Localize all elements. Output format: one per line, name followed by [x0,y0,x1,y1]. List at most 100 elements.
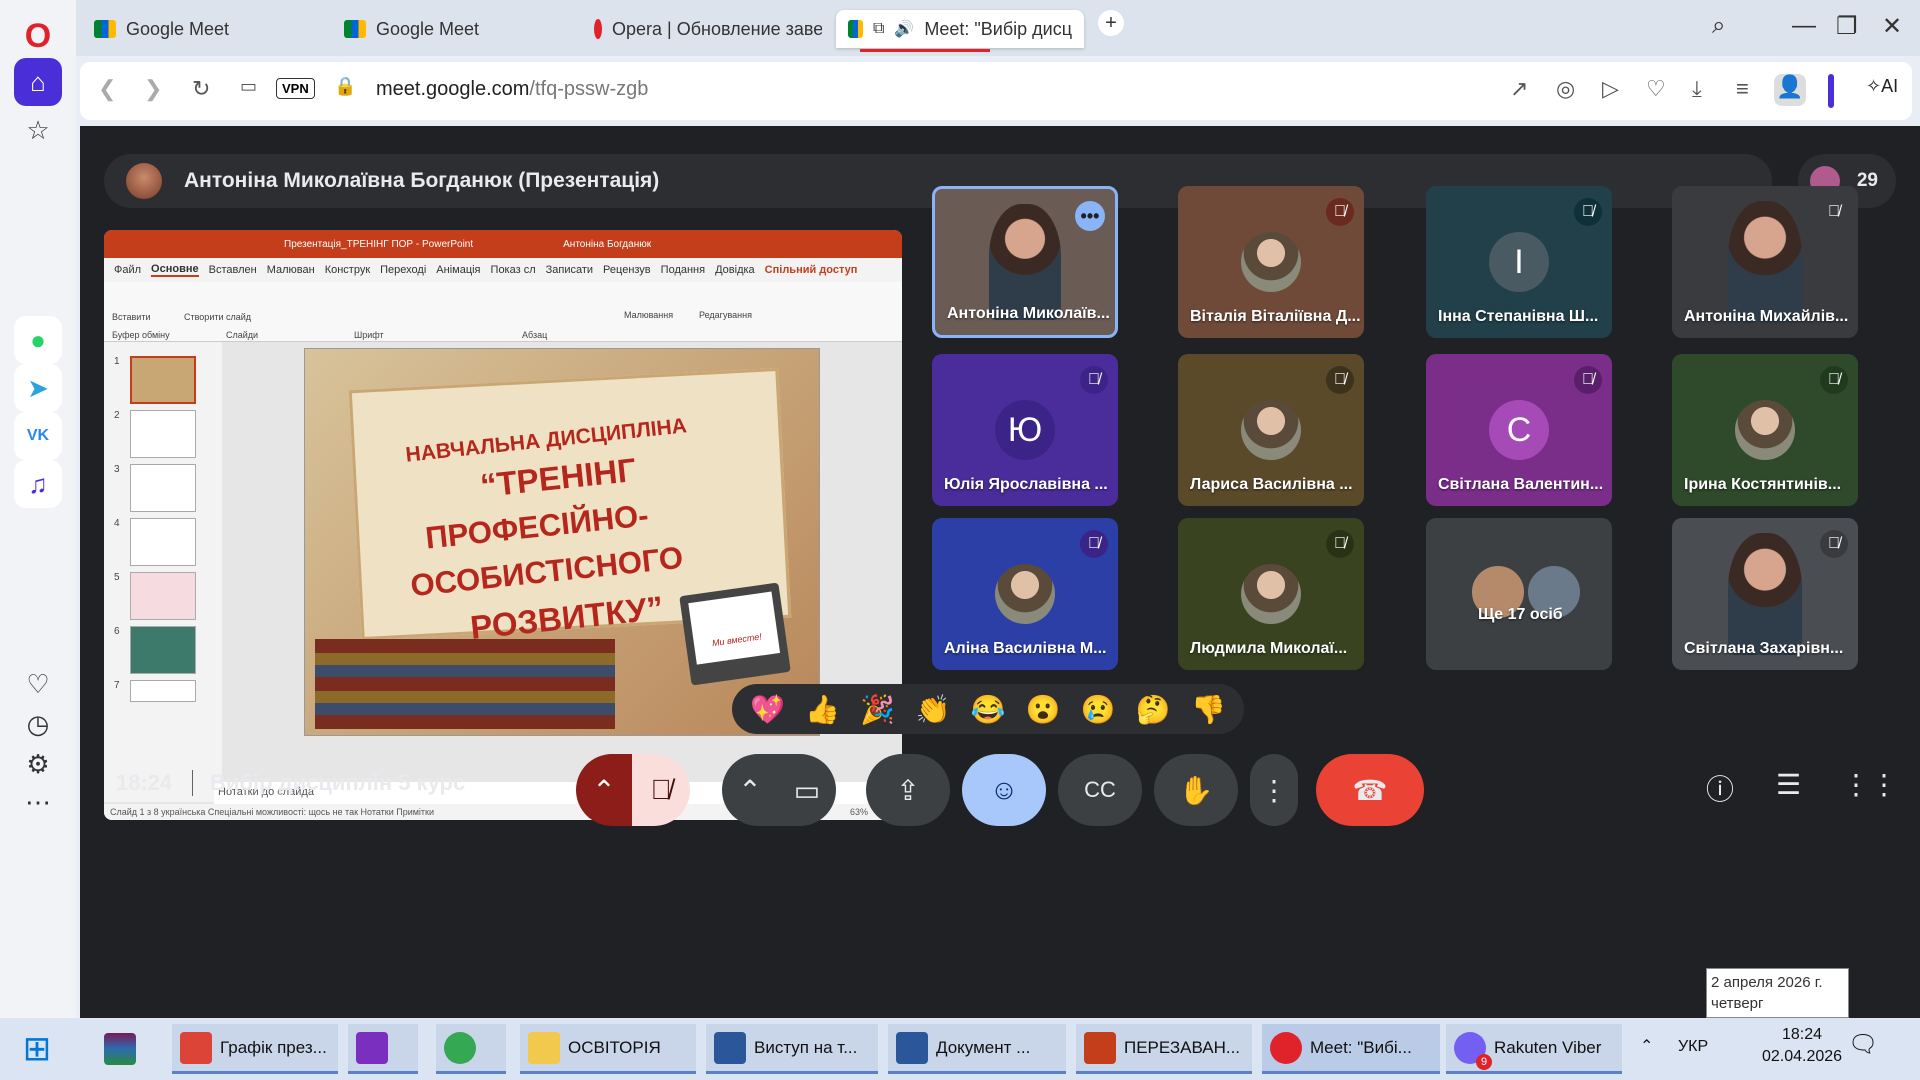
minimize-button[interactable]: — [1792,12,1816,40]
activities-icon[interactable]: ⋮⋮ [1842,768,1898,801]
back-icon[interactable]: ❮ [98,76,116,102]
more-options-icon[interactable]: ••• [1075,201,1105,231]
participant-tile[interactable]: Ірина Костянтинів... 🎙̸ [1672,354,1858,506]
notifications-icon[interactable]: 🗨 [1848,1030,1878,1059]
participant-tile[interactable]: Віталія Віталіївна Д... 🎙̸ [1178,186,1364,338]
captions-button[interactable]: CC [1058,754,1142,826]
camera-icon[interactable]: ▭ [240,76,257,97]
reaction-thumbs-up[interactable]: 👍 [805,693,840,726]
reload-icon[interactable]: ↻ [192,76,210,102]
ppt-editing-button[interactable]: Редагування [699,310,752,320]
vk-icon[interactable]: VK [14,412,62,460]
tab-google-meet-2[interactable]: Google Meet [332,10,572,48]
maximize-button[interactable]: ❐ [1836,12,1858,41]
participant-tile[interactable]: Антоніна Миколаїв... ••• [932,186,1118,338]
chat-icon[interactable]: ☰ [1776,768,1801,801]
forward-icon[interactable]: ❯ [144,76,162,102]
emoji-button[interactable]: ☺ [962,754,1046,826]
tray-overflow-icon[interactable]: ⌃ [1640,1036,1653,1056]
info-icon[interactable]: ⓘ [1706,768,1734,808]
participant-tile[interactable]: Ще 17 осіб [1426,518,1612,670]
participant-tile[interactable]: Антоніна Михайлів... 🎙̸ [1672,186,1858,338]
new-tab-button[interactable]: + [1098,10,1124,36]
search-tabs-icon[interactable]: ⌕ [1712,12,1725,40]
reaction-party[interactable]: 🎉 [860,693,895,726]
slide-thumbnail[interactable] [130,410,196,458]
taskbar-item[interactable]: Meet: "Вибі... [1262,1024,1440,1074]
ppt-share-button[interactable]: Спільний доступ [765,264,858,276]
share-icon[interactable]: ↗ [1510,76,1528,102]
reaction-surprised[interactable]: 😮 [1026,693,1061,726]
ppt-menu-item[interactable]: Довідка [715,264,755,276]
present-screen-button[interactable]: ⇪ [866,754,950,826]
speaker-icon[interactable]: 🔊 [894,19,914,39]
reaction-laugh[interactable]: 😂 [971,693,1006,726]
slide-thumbnail[interactable] [130,572,196,620]
tab-google-meet-1[interactable]: Google Meet [82,10,322,48]
tab-opera-update[interactable]: Opera | Обновление заве [582,10,822,48]
winrar-icon[interactable] [90,1024,150,1074]
ppt-menu-item[interactable]: Анімація [436,264,480,276]
ppt-new-slide-button[interactable]: Створити слайд [184,312,251,322]
taskbar-item[interactable]: ОСВІТОРІЯ [520,1024,696,1074]
home-icon[interactable]: ⌂ [14,58,62,106]
participant-tile[interactable]: Ю Юлія Ярославівна ... 🎙̸ [932,354,1118,506]
slide-thumbnail[interactable] [130,356,196,404]
participant-tile[interactable]: Світлана Захарівн... 🎙̸ [1672,518,1858,670]
participant-tile[interactable]: Лариса Василівна ... 🎙̸ [1178,354,1364,506]
vpn-badge[interactable]: VPN [276,78,315,99]
ppt-menu-item[interactable]: Конструк [325,264,370,276]
reaction-thinking[interactable]: 🤔 [1136,693,1171,726]
taskbar-item[interactable]: Виступ на т... [706,1024,878,1074]
play-icon[interactable]: ▷ [1602,76,1619,102]
reaction-heart[interactable]: 💖 [750,693,785,726]
taskbar-item[interactable] [436,1024,506,1074]
ppt-menu-item[interactable]: Вставлен [209,264,257,276]
taskbar-item[interactable] [348,1024,418,1074]
url-field[interactable]: meet.google.com/tfq-pssw-zgb [376,78,648,101]
reaction-thumbs-down[interactable]: 👎 [1191,693,1226,726]
profile-icon[interactable]: 👤 [1774,74,1806,106]
slide-thumbnail[interactable] [130,518,196,566]
ppt-menu-item[interactable]: Малюван [267,264,315,276]
ppt-menu-item[interactable]: Записати [546,264,593,276]
start-button[interactable]: ⊞ [10,1024,64,1074]
participant-tile[interactable]: Людмила Миколаї... 🎙̸ [1178,518,1364,670]
ppt-menu-item[interactable]: Файл [114,264,141,276]
ppt-drawing-button[interactable]: Малювання [624,310,673,320]
taskbar-item[interactable]: Графік през... [172,1024,338,1074]
ppt-menu-item[interactable]: Переході [380,264,426,276]
taskbar-item[interactable]: Rakuten Viber 9 [1446,1024,1622,1074]
favorite-icon[interactable]: ♡ [1646,76,1666,102]
taskbar-item[interactable]: ПЕРЕЗАВАН... [1076,1024,1252,1074]
whatsapp-icon[interactable]: ● [14,316,62,364]
reaction-sad[interactable]: 😢 [1081,693,1116,726]
slide-thumbnail[interactable] [130,626,196,674]
ai-button[interactable]: ✧AI [1866,76,1898,97]
download-icon[interactable]: ⤓ [1692,76,1702,102]
raise-hand-button[interactable]: ✋ [1154,754,1238,826]
ppt-menu-item[interactable]: Рецензув [603,264,651,276]
slide-thumbnail[interactable] [130,464,196,512]
tab-meet-active[interactable]: ⧉ 🔊 Meet: "Вибір дисц [836,10,1084,48]
easy-setup-icon[interactable]: ≡ [1736,76,1749,102]
reaction-clap[interactable]: 👏 [915,693,950,726]
taskbar-item[interactable]: Документ ... [888,1024,1066,1074]
participant-tile[interactable]: С Світлана Валентин... 🎙̸ [1426,354,1612,506]
music-icon[interactable]: ♫ [14,460,62,508]
star-icon[interactable]: ☆ [14,106,62,154]
lock-icon[interactable]: 🔒 [334,76,356,97]
telegram-icon[interactable]: ➤ [14,364,62,412]
ppt-paste-button[interactable]: Вставити [112,312,151,322]
participant-tile[interactable]: І Інна Степанівна Ш... 🎙̸ [1426,186,1612,338]
more-icon[interactable]: ⋯ [14,778,62,826]
opera-logo-icon[interactable]: O [14,12,62,60]
ppt-menu-item[interactable]: Показ сл [491,264,536,276]
ppt-menu-item[interactable]: Подання [661,264,705,276]
slide-thumbnail[interactable] [130,680,196,702]
more-options-button[interactable]: ⋮ [1250,754,1298,826]
leave-call-button[interactable]: ☎ [1316,754,1424,826]
close-button[interactable]: ✕ [1882,12,1902,41]
popout-icon[interactable]: ⧉ [873,20,884,38]
snapshot-icon[interactable]: ◎ [1556,76,1575,102]
